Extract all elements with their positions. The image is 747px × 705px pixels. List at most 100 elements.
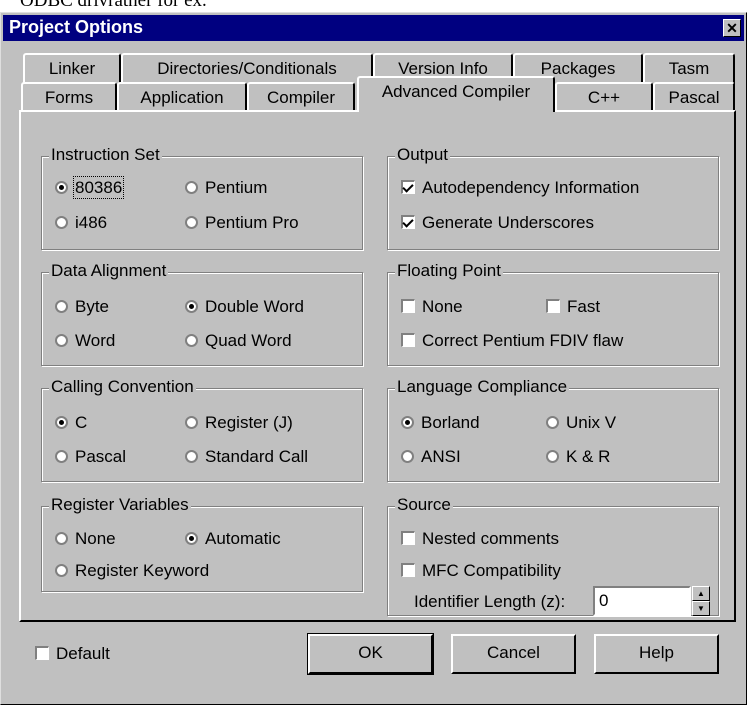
radio-unix-v[interactable]: Unix V — [546, 413, 616, 433]
identifier-length-label: Identifier Length (z): — [414, 592, 566, 611]
radio-pentium[interactable]: Pentium — [185, 178, 267, 198]
tab-advanced-compiler[interactable]: Advanced Compiler — [357, 76, 555, 112]
data-alignment-group: Data Alignment Byte Double Word Word Qua… — [41, 261, 363, 366]
radio-selected-icon — [185, 532, 198, 545]
default-label: Default — [56, 644, 110, 663]
option-label: Quad Word — [205, 331, 292, 350]
radio-icon — [55, 532, 68, 545]
option-label: ANSI — [421, 447, 461, 466]
calling-convention-title: Calling Convention — [49, 377, 196, 397]
floating-point-group: Floating Point None Fast Correct Pentium… — [387, 261, 719, 366]
checkbox-generate-underscores[interactable]: Generate Underscores — [401, 213, 594, 233]
radio-borland[interactable]: Borland — [401, 413, 480, 433]
radio-pascal[interactable]: Pascal — [55, 447, 126, 467]
spin-down-icon[interactable]: ▼ — [692, 601, 710, 616]
radio-standard-call[interactable]: Standard Call — [185, 447, 308, 467]
radio-word[interactable]: Word — [55, 331, 115, 351]
option-label: Unix V — [566, 413, 617, 432]
radio-byte[interactable]: Byte — [55, 297, 109, 317]
option-label: Register (J) — [205, 413, 293, 432]
checkbox-none[interactable]: None — [401, 297, 463, 317]
ok-button[interactable]: OK — [307, 633, 434, 675]
source-title: Source — [395, 495, 453, 515]
close-button[interactable]: ✕ — [723, 19, 741, 37]
option-label: Pascal — [75, 447, 127, 466]
radio-i486[interactable]: i486 — [55, 213, 107, 233]
project-options-dialog: Project Options ✕ Linker Directories/Con… — [0, 12, 747, 705]
option-label: Pentium Pro — [205, 213, 299, 232]
option-label: Word — [75, 331, 116, 350]
radio-icon — [55, 300, 68, 313]
title-bar[interactable]: Project Options ✕ — [3, 15, 744, 41]
advanced-compiler-panel: Instruction Set 80386 Pentium i486 Penti… — [19, 110, 736, 622]
radio-c[interactable]: C — [55, 413, 87, 433]
checkbox-icon — [35, 646, 49, 660]
option-label: Correct Pentium FDIV flaw — [422, 331, 624, 350]
checkbox-checked-icon — [401, 215, 415, 229]
checkbox-autodependency[interactable]: Autodependency Information — [401, 178, 639, 198]
cancel-button[interactable]: Cancel — [451, 634, 576, 674]
instruction-set-group: Instruction Set 80386 Pentium i486 Penti… — [41, 145, 363, 250]
instruction-set-title: Instruction Set — [49, 145, 162, 165]
radio-80386[interactable]: 80386 — [55, 176, 125, 199]
data-alignment-title: Data Alignment — [49, 261, 169, 281]
option-label: Standard Call — [205, 447, 309, 466]
option-label: Generate Underscores — [422, 213, 594, 232]
checkbox-icon — [401, 333, 415, 347]
spin-up-icon[interactable]: ▲ — [692, 586, 710, 601]
register-variables-group: Register Variables None Automatic Regist… — [41, 495, 363, 592]
radio-k-and-r[interactable]: K & R — [546, 447, 610, 467]
option-label: Autodependency Information — [422, 178, 640, 197]
checkbox-correct-pentium-fdiv[interactable]: Correct Pentium FDIV flaw — [401, 331, 623, 351]
option-label: Register Keyword — [75, 561, 210, 580]
checkbox-fast[interactable]: Fast — [546, 297, 600, 317]
radio-pentium-pro[interactable]: Pentium Pro — [185, 213, 299, 233]
checkbox-nested-comments[interactable]: Nested comments — [401, 529, 559, 549]
radio-icon — [55, 564, 68, 577]
language-compliance-group: Language Compliance Borland Unix V ANSI … — [387, 377, 719, 482]
radio-selected-icon — [185, 300, 198, 313]
help-button[interactable]: Help — [594, 634, 719, 674]
option-label: Double Word — [205, 297, 304, 316]
radio-icon — [546, 450, 559, 463]
checkbox-icon — [401, 299, 415, 313]
register-variables-title: Register Variables — [49, 495, 191, 515]
option-label: Pentium — [205, 178, 268, 197]
radio-icon — [185, 450, 198, 463]
option-label: None — [75, 529, 116, 548]
radio-icon — [55, 216, 68, 229]
output-group: Output Autodependency Information Genera… — [387, 145, 719, 250]
radio-icon — [55, 450, 68, 463]
tab-tasm[interactable]: Tasm — [643, 53, 735, 85]
radio-icon — [185, 216, 198, 229]
option-label: i486 — [75, 213, 108, 232]
identifier-length-input[interactable]: 0 — [593, 586, 691, 616]
checkbox-mfc-compatibility[interactable]: MFC Compatibility — [401, 561, 561, 581]
option-label: Nested comments — [422, 529, 559, 548]
radio-ansi[interactable]: ANSI — [401, 447, 461, 467]
checkbox-icon — [401, 563, 415, 577]
checkbox-icon — [401, 531, 415, 545]
radio-none[interactable]: None — [55, 529, 116, 549]
option-label: 80386 — [72, 176, 125, 199]
radio-selected-icon — [55, 181, 68, 194]
radio-quad-word[interactable]: Quad Word — [185, 331, 292, 351]
radio-icon — [401, 450, 414, 463]
radio-selected-icon — [401, 416, 414, 429]
checkbox-default[interactable]: Default — [35, 644, 110, 664]
option-label: Byte — [75, 297, 110, 316]
radio-register-j[interactable]: Register (J) — [185, 413, 293, 433]
option-label: Automatic — [205, 529, 281, 548]
radio-double-word[interactable]: Double Word — [185, 297, 304, 317]
radio-icon — [55, 334, 68, 347]
window-title: Project Options — [9, 17, 144, 37]
checkbox-checked-icon — [401, 180, 415, 194]
radio-register-keyword[interactable]: Register Keyword — [55, 561, 209, 581]
radio-automatic[interactable]: Automatic — [185, 529, 281, 549]
checkbox-icon — [546, 299, 560, 313]
output-title: Output — [395, 145, 451, 165]
option-label: None — [422, 297, 463, 316]
option-label: Fast — [567, 297, 601, 316]
tab-linker[interactable]: Linker — [23, 53, 121, 85]
tab-directories-conditionals[interactable]: Directories/Conditionals — [121, 53, 373, 85]
